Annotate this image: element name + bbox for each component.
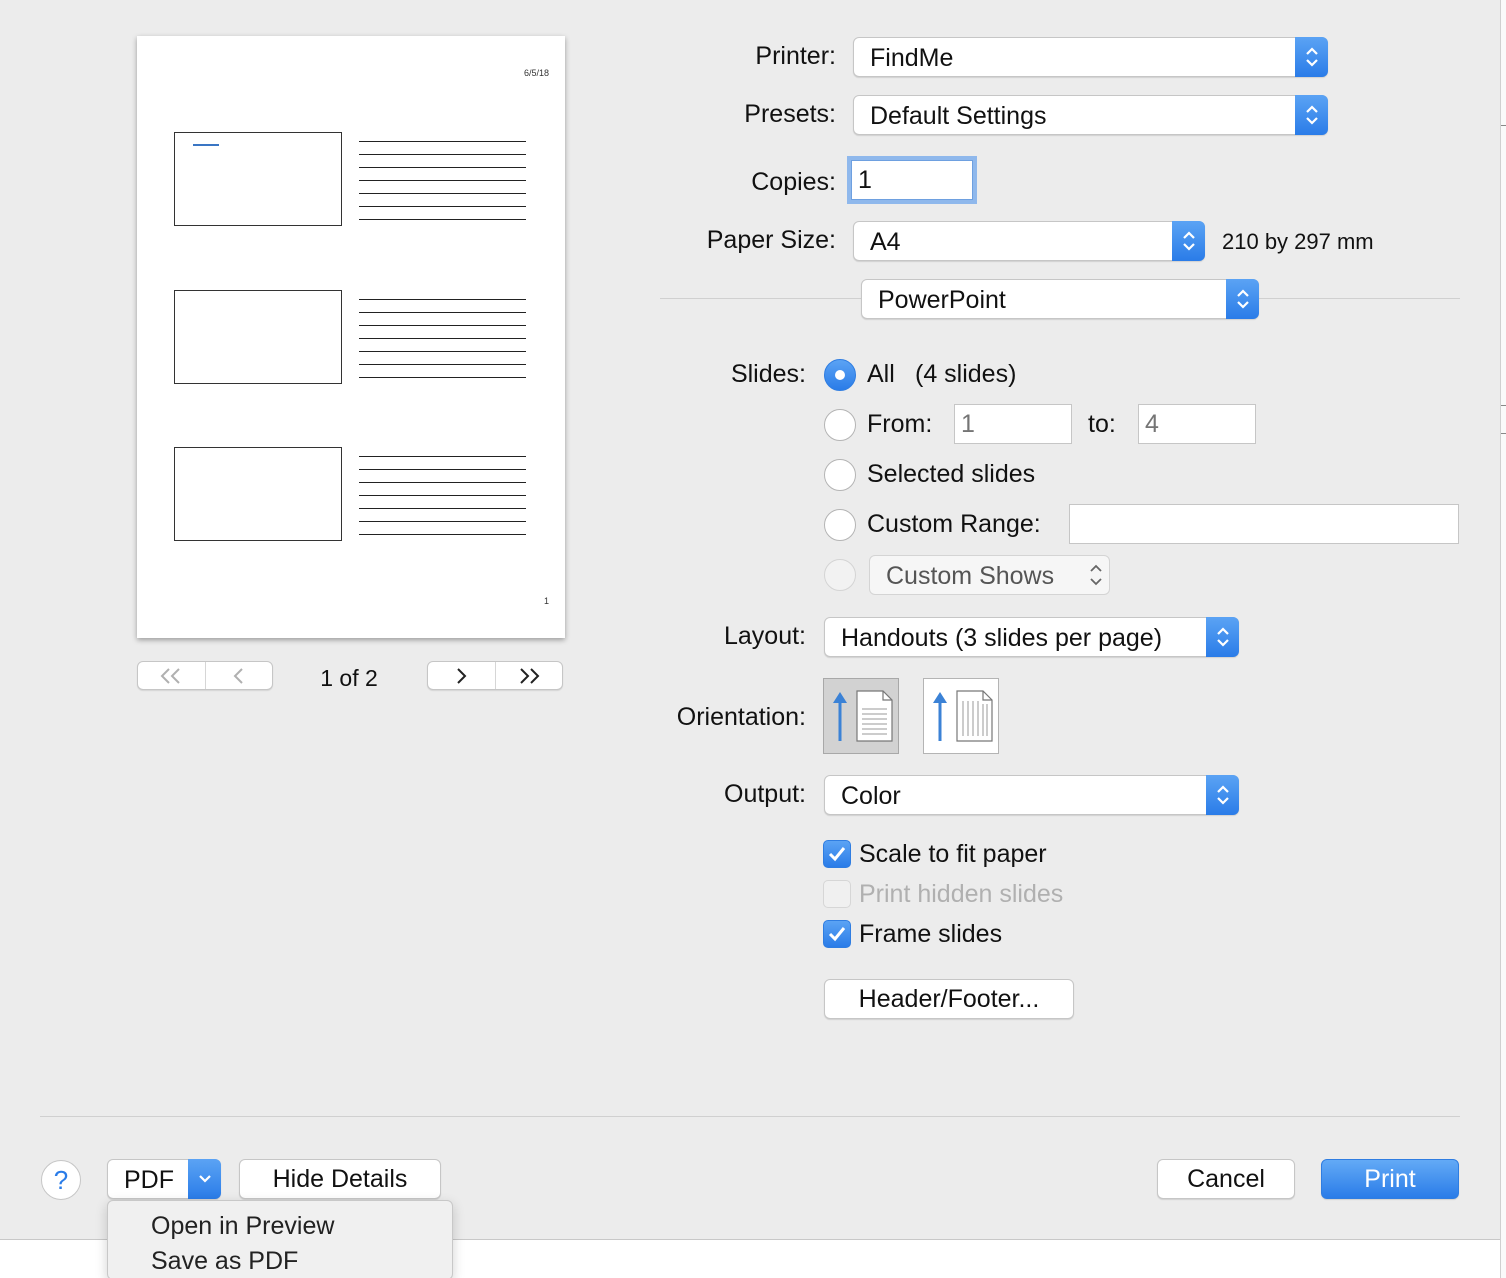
pager-forward-group	[427, 661, 563, 690]
window-edge	[1500, 0, 1506, 1278]
page-preview: 6/5/18 1	[137, 36, 565, 638]
slides-selected-label: Selected slides	[867, 460, 1036, 488]
output-label: Output:	[724, 780, 806, 808]
preview-slide-title	[193, 144, 219, 146]
double-chevron-left-icon	[160, 667, 180, 684]
paper-dimensions: 210 by 297 mm	[1222, 229, 1374, 254]
chevron-left-icon	[233, 667, 243, 684]
slides-from-label: From:	[867, 410, 933, 438]
slides-custom-range-label: Custom Range:	[867, 510, 1041, 538]
print-hidden-checkbox	[823, 880, 851, 908]
printer-select[interactable]: FindMe	[853, 37, 1328, 77]
output-value: Color	[841, 782, 901, 810]
last-page-button[interactable]	[494, 662, 563, 689]
slides-label: Slides:	[730, 360, 806, 388]
next-page-button[interactable]	[428, 662, 495, 689]
copies-label: Copies:	[751, 168, 836, 196]
cancel-button[interactable]: Cancel	[1157, 1159, 1295, 1199]
double-chevron-right-icon	[520, 667, 540, 684]
help-button[interactable]: ?	[41, 1160, 81, 1200]
slides-custom-shows-radio	[824, 559, 856, 591]
orientation-label: Orientation:	[676, 703, 806, 731]
preview-date: 6/5/18	[524, 68, 550, 78]
updown-arrows-icon	[1206, 775, 1239, 815]
slides-from-radio[interactable]	[824, 409, 856, 441]
slides-from-field[interactable]	[954, 404, 1072, 444]
updown-arrows-icon	[1172, 221, 1205, 261]
preview-slide-frame	[174, 132, 342, 226]
chevron-right-icon	[457, 667, 467, 684]
pdf-menu-button[interactable]: PDF	[107, 1159, 221, 1199]
custom-range-field[interactable]	[1069, 504, 1459, 544]
scale-to-fit-checkbox[interactable]	[823, 840, 851, 868]
menu-item-open-in-preview[interactable]: Open in Preview	[151, 1212, 334, 1241]
menu-item-save-as-pdf[interactable]: Save as PDF	[151, 1247, 298, 1276]
orientation-landscape-button[interactable]	[923, 678, 999, 754]
footer-separator	[40, 1116, 1460, 1117]
orientation-portrait-button[interactable]	[823, 678, 899, 754]
paper-size-label: Paper Size:	[706, 226, 836, 254]
presets-label: Presets:	[744, 100, 836, 128]
updown-arrows-icon	[1206, 617, 1239, 657]
slides-selected-radio[interactable]	[824, 459, 856, 491]
scale-to-fit-label: Scale to fit paper	[859, 840, 1047, 868]
slides-custom-range-radio[interactable]	[824, 509, 856, 541]
paper-size-select[interactable]: A4	[853, 221, 1205, 261]
app-options-select[interactable]: PowerPoint	[861, 279, 1259, 319]
edge-tick	[1501, 125, 1506, 126]
preview-slide-frame	[174, 290, 342, 384]
updown-arrows-icon	[1295, 95, 1328, 135]
output-select[interactable]: Color	[824, 775, 1239, 815]
checkmark-icon	[828, 927, 846, 942]
printer-value: FindMe	[870, 44, 954, 72]
slides-all-radio[interactable]	[824, 359, 856, 391]
pager-text: 1 of 2	[320, 665, 378, 691]
print-button[interactable]: Print	[1321, 1159, 1459, 1199]
chevron-down-icon	[188, 1159, 221, 1199]
header-footer-button[interactable]: Header/Footer...	[824, 979, 1074, 1019]
printer-label: Printer:	[755, 42, 836, 70]
preview-note-lines	[359, 299, 526, 390]
custom-shows-value: Custom Shows	[886, 562, 1055, 590]
pdf-dropdown-menu: Open in Preview Save as PDF	[107, 1200, 453, 1278]
print-hidden-label: Print hidden slides	[859, 880, 1064, 908]
frame-slides-checkbox[interactable]	[823, 920, 851, 948]
hide-details-button[interactable]: Hide Details	[239, 1159, 441, 1199]
updown-arrows-icon	[1089, 560, 1103, 595]
checkmark-icon	[828, 847, 846, 862]
updown-arrows-icon	[1226, 279, 1259, 319]
print-dialog: 6/5/18 1 1 of 2 Printer: FindMe Presets:…	[0, 0, 1500, 1240]
layout-select[interactable]: Handouts (3 slides per page)	[824, 617, 1239, 657]
preview-note-lines	[359, 141, 526, 232]
slides-all-count: (4 slides)	[915, 360, 1017, 388]
presets-select[interactable]: Default Settings	[853, 95, 1328, 135]
copies-field[interactable]	[851, 160, 973, 200]
layout-label: Layout:	[723, 622, 806, 650]
pdf-label: PDF	[124, 1166, 174, 1194]
presets-value: Default Settings	[870, 102, 1047, 130]
preview-slide-frame	[174, 447, 342, 541]
preview-page-number: 1	[544, 596, 550, 606]
custom-shows-select: Custom Shows	[869, 555, 1110, 595]
edge-tick	[1501, 433, 1506, 434]
first-page-button[interactable]	[138, 662, 205, 689]
portrait-orientation-icon	[833, 690, 893, 742]
paper-size-value: A4	[870, 228, 901, 256]
edge-tick	[1501, 405, 1506, 406]
slides-to-field[interactable]	[1138, 404, 1256, 444]
pager-back-group	[137, 661, 273, 690]
app-options-value: PowerPoint	[878, 286, 1006, 314]
previous-page-button[interactable]	[204, 662, 273, 689]
landscape-orientation-icon	[933, 690, 993, 742]
preview-note-lines	[359, 456, 526, 547]
frame-slides-label: Frame slides	[859, 920, 1003, 948]
updown-arrows-icon	[1295, 37, 1328, 77]
layout-value: Handouts (3 slides per page)	[841, 624, 1163, 652]
slides-to-label: to:	[1088, 410, 1116, 438]
slides-all-label: All	[867, 360, 895, 388]
